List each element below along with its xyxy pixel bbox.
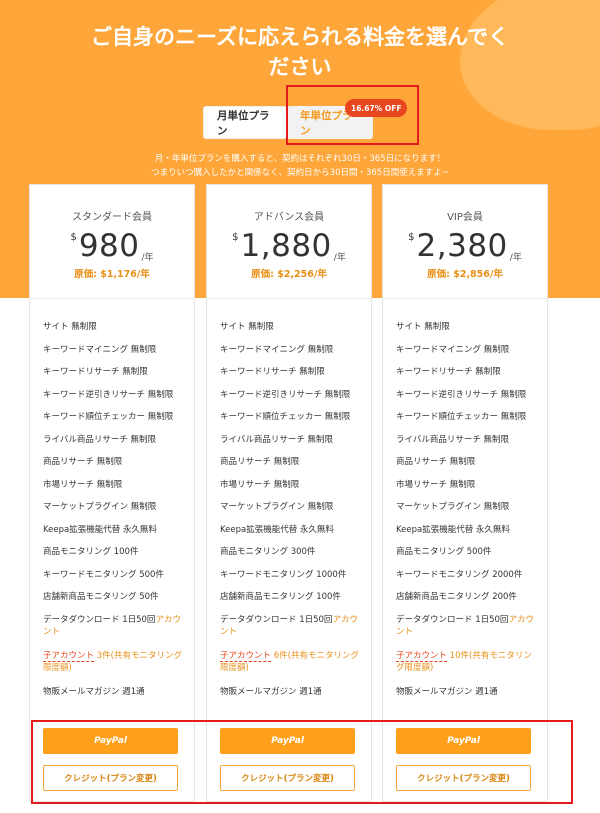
price-row: $ 980 /年 [30,229,194,263]
feature-item: 店舗新商品モニタリング 100件 [220,592,341,602]
feature-item: キーワード順位チェッカー 無制限 [43,412,174,422]
plan-header: スタンダード会員 $ 980 /年 原価: $1,176/年 [30,185,194,299]
feature-item: サイト 無制限 [43,322,97,332]
feature-item: 商品モニタリング 500件 [396,547,492,557]
feature-item: サイト 無制限 [396,322,450,332]
sub-account-label[interactable]: 子アカウント [220,650,272,662]
plan-price: 1,880 [240,228,332,264]
contract-notice-line2: つまりいつ購入したかと関係なく、契約日から30日間・365日間使えますよ~ [151,168,449,178]
feature-item: 商品リサーチ 無制限 [220,457,300,467]
price-period: /年 [333,253,346,263]
feature-item: 商品リサーチ 無制限 [43,457,123,467]
highlight-box-payment [31,720,573,804]
feature-item: 商品モニタリング 100件 [43,547,139,557]
feature-sub-account: 子アカウント 10件(共有モニタリング限度額) [396,650,547,686]
feature-list: サイト 無制限 キーワードマイニング 無制限 キーワードリサーチ 無制限 キーワ… [30,299,194,708]
feature-download: データダウンロード 1日50回アカウント [43,614,194,650]
original-price: 原価: $1,176/年 [74,269,150,280]
plan-card-advance: アドバンス会員 $ 1,880 /年 原価: $2,256/年 サイト 無制限 … [206,184,372,802]
contract-notice-line1: 月・年単位プランを購入すると、契約はそれぞれ30日・365日になります！ [154,154,446,164]
plan-price: 980 [78,228,140,264]
price-row: $ 2,380 /年 [383,229,547,263]
feature-sub-account: 子アカウント 6件(共有モニタリング限度額) [220,650,371,686]
feature-item: サイト 無制限 [220,322,274,332]
page-title: ご自身のニーズに応えられる料金を選んでく ださい [50,22,550,82]
price-period: /年 [509,253,522,263]
feature-item: キーワード逆引きリサーチ 無制限 [396,389,527,400]
feature-sub-account: 子アカウント 3件(共有モニタリング限度額) [43,650,194,686]
feature-item: 市場リサーチ 無制限 [220,479,300,490]
highlight-box-yearly [286,85,419,145]
price-period: /年 [141,253,154,263]
feature-item: 店舗新商品モニタリング 200件 [396,592,517,602]
feature-item: ライバル商品リサーチ 無制限 [43,434,157,445]
monthly-plan-tab[interactable]: 月単位プラン [203,106,287,139]
feature-item: 市場リサーチ 無制限 [43,479,123,490]
feature-download: データダウンロード 1日50回アカウント [396,614,547,650]
feature-item: ライバル商品リサーチ 無制限 [220,434,334,445]
feature-item: マーケットプラグイン 無制限 [43,502,157,512]
feature-item: キーワードリサーチ 無制限 [220,367,325,377]
plan-name: アドバンス会員 [253,212,325,223]
feature-item: 物販メールマガジン 週1通 [396,686,498,697]
plan-card-standard: スタンダード会員 $ 980 /年 原価: $1,176/年 サイト 無制限 キ… [29,184,195,802]
sub-account-label[interactable]: 子アカウント [43,650,95,662]
feature-item: 商品モニタリング 300件 [220,547,316,557]
feature-item: Keepa拡張機能代替 永久無料 [220,524,334,535]
feature-item: Keepa拡張機能代替 永久無料 [396,524,510,535]
plan-price: 2,380 [416,228,508,264]
feature-item: キーワードマイニング 無制限 [43,344,157,355]
currency-symbol: $ [408,232,415,243]
feature-item: 市場リサーチ 無制限 [396,479,476,490]
plan-name: スタンダード会員 [72,212,152,223]
original-price: 原価: $2,256/年 [251,269,327,280]
feature-item: マーケットプラグイン 無制限 [220,502,334,512]
feature-item: キーワード逆引きリサーチ 無制限 [43,389,174,400]
feature-download: データダウンロード 1日50回アカウント [220,614,371,650]
feature-item: キーワード順位チェッカー 無制限 [396,412,527,422]
page-title-line1: ご自身のニーズに応えられる料金を選んでく [91,25,509,49]
sub-account-label[interactable]: 子アカウント [396,650,448,662]
feature-item: キーワードマイニング 無制限 [396,344,510,355]
feature-item: キーワード逆引きリサーチ 無制限 [220,389,351,400]
feature-item: ライバル商品リサーチ 無制限 [396,434,510,445]
plan-card-vip: VIP会員 $ 2,380 /年 原価: $2,856/年 サイト 無制限 キー… [382,184,548,802]
feature-item: キーワードモニタリング 500件 [43,569,164,580]
feature-item: 店舗新商品モニタリング 50件 [43,592,159,602]
feature-item: マーケットプラグイン 無制限 [396,502,510,512]
page-title-line2: ださい [268,55,332,79]
feature-item: キーワードリサーチ 無制限 [396,367,501,377]
contract-notice: 月・年単位プランを購入すると、契約はそれぞれ30日・365日になります！ つまり… [0,152,600,180]
currency-symbol: $ [232,232,239,243]
download-text: データダウンロード 1日50回 [396,614,509,625]
plan-header: アドバンス会員 $ 1,880 /年 原価: $2,256/年 [207,185,371,299]
plan-name: VIP会員 [447,212,483,223]
original-price: 原価: $2,856/年 [427,269,503,280]
feature-item: 物販メールマガジン 週1通 [43,686,145,697]
feature-list: サイト 無制限 キーワードマイニング 無制限 キーワードリサーチ 無制限 キーワ… [383,299,547,708]
feature-item: キーワード順位チェッカー 無制限 [220,412,351,422]
feature-item: Keepa拡張機能代替 永久無料 [43,524,157,535]
currency-symbol: $ [70,232,77,243]
feature-item: 商品リサーチ 無制限 [396,457,476,467]
feature-item: キーワードマイニング 無制限 [220,344,334,355]
feature-item: キーワードモニタリング 1000件 [220,569,347,580]
price-row: $ 1,880 /年 [207,229,371,263]
download-text: データダウンロード 1日50回 [220,614,333,625]
feature-item: 物販メールマガジン 週1通 [220,686,322,697]
feature-item: キーワードモニタリング 2000件 [396,569,523,580]
feature-list: サイト 無制限 キーワードマイニング 無制限 キーワードリサーチ 無制限 キーワ… [207,299,371,708]
plan-header: VIP会員 $ 2,380 /年 原価: $2,856/年 [383,185,547,299]
feature-item: キーワードリサーチ 無制限 [43,367,148,377]
download-text: データダウンロード 1日50回 [43,614,156,625]
